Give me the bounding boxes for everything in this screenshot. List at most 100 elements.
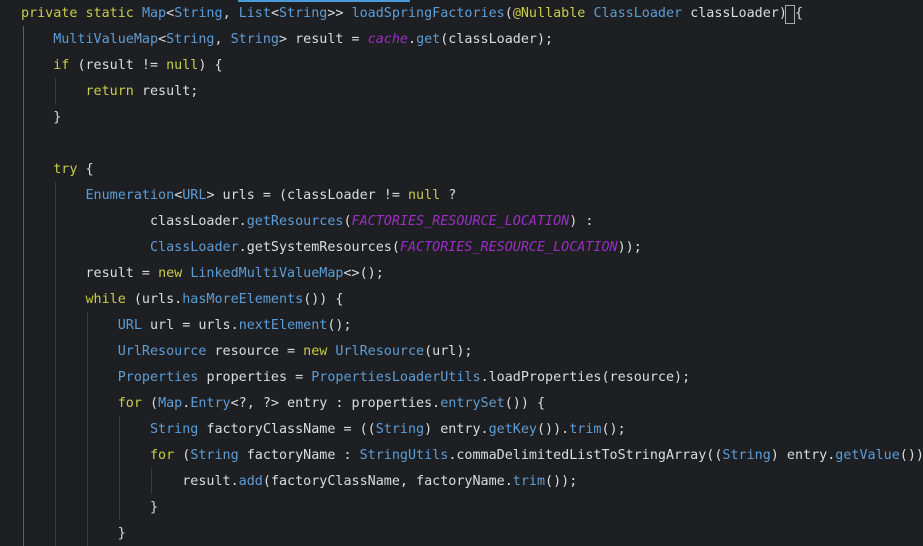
code-line[interactable]: for (Map.Entry<?, ?> entry : properties.…: [21, 391, 545, 417]
code-token: <>();: [343, 266, 384, 281]
code-token: > result =: [279, 32, 368, 47]
code-token: ();: [601, 422, 626, 437]
code-token: getKey: [488, 422, 537, 437]
code-token: >>: [327, 6, 352, 21]
code-token: String: [722, 448, 771, 463]
code-token: ));: [617, 240, 642, 255]
code-token: null: [407, 188, 449, 203]
code-token: FACTORIES_RESOURCE_LOCATION: [351, 214, 570, 229]
code-token: String: [230, 32, 279, 47]
code-token: Map: [141, 6, 167, 21]
code-token: ,: [214, 32, 231, 47]
code-token: URL: [182, 188, 207, 203]
code-line[interactable]: return result;: [21, 79, 198, 105]
code-token: .loadProperties(resource);: [480, 370, 691, 385]
code-token: private static: [21, 6, 142, 21]
code-token: (classLoader);: [440, 32, 554, 47]
code-token: (: [343, 214, 352, 229]
code-token: result;: [141, 84, 199, 99]
code-token: .commaDelimitedListToStringArray((: [448, 448, 723, 463]
code-editor[interactable]: private static Map<String, List<String>>…: [0, 0, 923, 546]
code-token: for: [21, 448, 183, 463]
code-line[interactable]: MultiValueMap<String, String> result = c…: [21, 27, 553, 53]
code-token: URL: [21, 318, 150, 333]
code-token: UrlResource: [335, 344, 425, 359]
code-token: ()) {: [504, 396, 546, 411]
code-line[interactable]: classLoader.getResources(FACTORIES_RESOU…: [21, 209, 593, 235]
code-token: add: [238, 474, 263, 489]
code-token: ()).: [537, 422, 570, 437]
code-token: ) {: [198, 58, 223, 73]
code-line[interactable]: Properties properties = PropertiesLoader…: [21, 365, 690, 391]
code-token: url = urls.: [150, 318, 239, 333]
code-token: new: [303, 344, 336, 359]
code-token: <: [166, 6, 175, 21]
code-token: ();: [327, 318, 352, 333]
code-token: properties =: [206, 370, 312, 385]
code-token: Entry: [190, 396, 231, 411]
code-token: cache: [367, 32, 408, 47]
code-token: }: [21, 110, 62, 125]
code-line[interactable]: try {: [21, 157, 93, 183]
code-token: getValue: [835, 448, 900, 463]
code-line[interactable]: }: [21, 105, 61, 131]
code-token: <?, ?> entry : properties.: [230, 396, 441, 411]
code-line[interactable]: while (urls.hasMoreElements()) {: [21, 287, 343, 313]
code-token: ,: [222, 6, 239, 21]
code-line[interactable]: String factoryClassName = ((String) entr…: [21, 417, 626, 443]
code-token: classLoader.: [21, 214, 247, 229]
code-token: new: [158, 266, 191, 281]
code-token: resource =: [214, 344, 304, 359]
code-token: UrlResource: [21, 344, 215, 359]
code-token: hasMoreElements: [182, 292, 304, 307]
code-token: String: [174, 6, 223, 21]
code-line[interactable]: result.add(factoryClassName, factoryName…: [21, 469, 577, 495]
code-token: Properties: [21, 370, 207, 385]
code-token: PropertiesLoaderUtils: [311, 370, 481, 385]
code-token: FACTORIES_RESOURCE_LOCATION: [399, 240, 618, 255]
code-token: try: [21, 162, 86, 177]
code-token: ClassLoader: [593, 6, 691, 21]
code-line[interactable]: private static Map<String, List<String>>…: [21, 1, 803, 27]
code-token: (result !=: [77, 58, 167, 73]
code-token: null: [166, 58, 199, 73]
code-token: ());: [545, 474, 578, 489]
code-token: }: [21, 526, 126, 541]
code-line[interactable]: }: [21, 495, 158, 521]
code-token: Map: [158, 396, 183, 411]
code-token: loadSpringFactories: [351, 6, 505, 21]
code-token: classLoader: [690, 6, 779, 21]
code-token: ) entry.: [424, 422, 489, 437]
code-token: }: [21, 500, 159, 515]
code-line[interactable]: UrlResource resource = new UrlResource(u…: [21, 339, 473, 365]
code-token: entrySet: [440, 396, 505, 411]
code-token: trim: [512, 474, 546, 489]
code-token: String: [21, 422, 207, 437]
code-token: > urls = (classLoader !=: [206, 188, 408, 203]
code-token: ) :: [569, 214, 594, 229]
code-token: String: [375, 422, 425, 437]
code-token: <: [158, 32, 167, 47]
code-token: ?: [448, 188, 457, 203]
code-token: nextElement: [238, 318, 328, 333]
code-line[interactable]: for (String factoryName : StringUtils.co…: [21, 443, 923, 469]
code-token: getResources: [246, 214, 344, 229]
code-token: String: [190, 448, 247, 463]
code-token: factoryClassName = ((: [206, 422, 376, 437]
code-token: result =: [21, 266, 159, 281]
code-token: StringUtils: [359, 448, 449, 463]
code-token: (: [504, 6, 513, 21]
code-line[interactable]: if (result != null) {: [21, 53, 223, 79]
code-line[interactable]: }: [21, 521, 126, 546]
code-token: (url);: [424, 344, 473, 359]
code-token: @Nullable: [512, 6, 594, 21]
code-token: for: [21, 396, 150, 411]
code-token: get: [416, 32, 441, 47]
code-token: <: [270, 6, 279, 21]
code-token: MultiValueMap: [21, 32, 159, 47]
code-line[interactable]: URL url = urls.nextElement();: [21, 313, 352, 339]
code-line[interactable]: result = new LinkedMultiValueMap<>();: [21, 261, 384, 287]
code-line[interactable]: ClassLoader.getSystemResources(FACTORIES…: [21, 235, 642, 261]
code-line[interactable]: Enumeration<URL> urls = (classLoader != …: [21, 183, 456, 209]
code-token: (urls.: [133, 292, 183, 307]
